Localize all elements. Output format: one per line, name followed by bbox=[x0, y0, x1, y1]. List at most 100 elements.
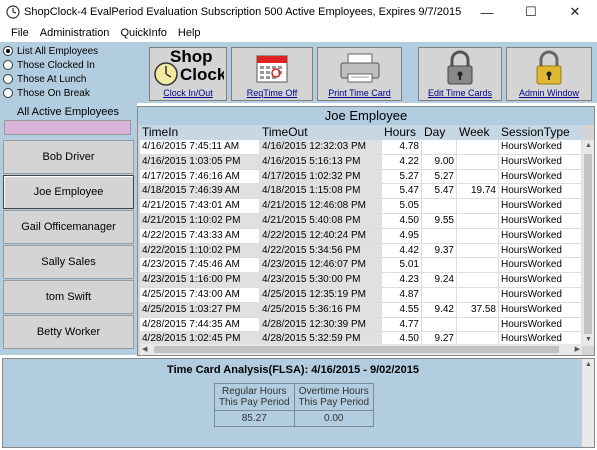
cell-hours[interactable]: 4.55 bbox=[382, 302, 422, 318]
menu-quickinfo[interactable]: QuickInfo bbox=[120, 27, 166, 39]
cell-day[interactable]: 5.27 bbox=[422, 169, 457, 185]
table-row[interactable]: 4/22/2015 1:10:02 PM 4/22/2015 5:34:56 PM… bbox=[140, 243, 582, 259]
cell-sessiontype[interactable]: HoursWorked bbox=[499, 184, 582, 200]
cell-week[interactable] bbox=[457, 243, 499, 259]
cell-timein[interactable]: 4/28/2015 7:44:35 AM bbox=[140, 317, 260, 333]
cell-timeout[interactable]: 4/18/2015 1:15:08 PM bbox=[260, 184, 382, 200]
cell-week[interactable] bbox=[457, 287, 499, 303]
cell-week[interactable] bbox=[457, 273, 499, 288]
cell-timein[interactable]: 4/22/2015 7:43:33 AM bbox=[140, 228, 260, 244]
employee-button[interactable]: Sally Sales bbox=[3, 245, 134, 279]
cell-timein[interactable]: 4/28/2015 1:02:45 PM bbox=[140, 332, 260, 344]
cell-timein[interactable]: 4/25/2015 1:03:27 PM bbox=[140, 302, 260, 318]
column-header-timeout[interactable]: TimeOut bbox=[260, 125, 382, 140]
menu-administration[interactable]: Administration bbox=[40, 27, 110, 39]
cell-timein[interactable]: 4/23/2015 1:16:00 PM bbox=[140, 273, 260, 288]
cell-sessiontype[interactable]: HoursWorked bbox=[499, 169, 582, 185]
cell-hours[interactable]: 4.50 bbox=[382, 213, 422, 229]
cell-timeout[interactable]: 4/22/2015 5:34:56 PM bbox=[260, 243, 382, 259]
cell-hours[interactable]: 4.77 bbox=[382, 317, 422, 333]
cell-week[interactable]: 37.58 bbox=[457, 302, 499, 318]
cell-sessiontype[interactable]: HoursWorked bbox=[499, 199, 582, 214]
cell-timeout[interactable]: 4/21/2015 5:40:08 PM bbox=[260, 213, 382, 229]
table-row[interactable]: 4/25/2015 1:03:27 PM 4/25/2015 5:36:16 PM… bbox=[140, 302, 582, 318]
table-row[interactable]: 4/16/2015 1:03:05 PM 4/16/2015 5:16:13 PM… bbox=[140, 154, 582, 170]
cell-hours[interactable]: 4.87 bbox=[382, 287, 422, 303]
cell-week[interactable] bbox=[457, 332, 499, 344]
cell-day[interactable]: 9.24 bbox=[422, 273, 457, 288]
cell-week[interactable] bbox=[457, 317, 499, 333]
cell-week[interactable] bbox=[457, 258, 499, 274]
cell-hours[interactable]: 4.42 bbox=[382, 243, 422, 259]
admin-window-button[interactable]: Admin Window bbox=[506, 47, 592, 101]
cell-sessiontype[interactable]: HoursWorked bbox=[499, 213, 582, 229]
cell-timein[interactable]: 4/16/2015 7:45:11 AM bbox=[140, 140, 260, 155]
scroll-thumb[interactable] bbox=[154, 346, 559, 353]
cell-timein[interactable]: 4/16/2015 1:03:05 PM bbox=[140, 154, 260, 170]
cell-week[interactable] bbox=[457, 213, 499, 229]
close-button[interactable]: ✕ bbox=[553, 0, 597, 24]
column-header-timein[interactable]: TimeIn bbox=[140, 125, 260, 140]
analysis-scrollbar[interactable]: ▲ bbox=[582, 359, 594, 447]
table-row[interactable]: 4/28/2015 1:02:45 PM 4/28/2015 5:32:59 PM… bbox=[140, 332, 582, 344]
minimize-button[interactable]: — bbox=[465, 0, 509, 24]
cell-timeout[interactable]: 4/25/2015 5:36:16 PM bbox=[260, 302, 382, 318]
column-header-hours[interactable]: Hours bbox=[382, 125, 422, 140]
column-header-day[interactable]: Day bbox=[422, 125, 457, 140]
radio-button-checked[interactable] bbox=[3, 46, 13, 56]
cell-week[interactable] bbox=[457, 140, 499, 155]
cell-sessiontype[interactable]: HoursWorked bbox=[499, 228, 582, 244]
employee-button[interactable]: tom Swift bbox=[3, 280, 134, 314]
table-row[interactable]: 4/28/2015 7:44:35 AM 4/28/2015 12:30:39 P… bbox=[140, 317, 582, 333]
scroll-up-arrow-icon[interactable]: ▲ bbox=[585, 360, 592, 370]
scroll-thumb[interactable] bbox=[584, 154, 592, 334]
cell-timein[interactable]: 4/23/2015 7:45:46 AM bbox=[140, 258, 260, 274]
menu-help[interactable]: Help bbox=[178, 27, 201, 39]
cell-hours[interactable]: 5.27 bbox=[382, 169, 422, 185]
cell-day[interactable]: 5.47 bbox=[422, 184, 457, 200]
cell-day[interactable] bbox=[422, 287, 457, 303]
employee-button-selected[interactable]: Joe Employee bbox=[3, 175, 134, 209]
filter-all-employees[interactable]: List All Employees bbox=[0, 44, 134, 58]
cell-timeout[interactable]: 4/17/2015 1:02:32 PM bbox=[260, 169, 382, 185]
cell-day[interactable]: 9.27 bbox=[422, 332, 457, 344]
table-row[interactable]: 4/23/2015 7:45:46 AM 4/23/2015 12:46:07 P… bbox=[140, 258, 582, 274]
cell-week[interactable] bbox=[457, 154, 499, 170]
maximize-button[interactable]: ☐ bbox=[509, 0, 553, 24]
filter-at-lunch[interactable]: Those At Lunch bbox=[0, 72, 134, 86]
cell-day[interactable] bbox=[422, 317, 457, 333]
print-time-card-button[interactable]: Print Time Card bbox=[317, 47, 402, 101]
filter-on-break[interactable]: Those On Break bbox=[0, 86, 134, 100]
radio-button[interactable] bbox=[3, 60, 13, 70]
table-row[interactable]: 4/21/2015 1:10:02 PM 4/21/2015 5:40:08 PM… bbox=[140, 213, 582, 229]
cell-timeout[interactable]: 4/25/2015 12:35:19 PM bbox=[260, 287, 382, 303]
cell-hours[interactable]: 4.78 bbox=[382, 140, 422, 155]
table-row[interactable]: 4/22/2015 7:43:33 AM 4/22/2015 12:40:24 P… bbox=[140, 228, 582, 244]
clock-in-out-button[interactable]: Shop Clock Clock In/Out bbox=[149, 47, 227, 101]
cell-hours[interactable]: 4.23 bbox=[382, 273, 422, 288]
cell-sessiontype[interactable]: HoursWorked bbox=[499, 287, 582, 303]
cell-timein[interactable]: 4/21/2015 1:10:02 PM bbox=[140, 213, 260, 229]
cell-sessiontype[interactable]: HoursWorked bbox=[499, 243, 582, 259]
cell-timeout[interactable]: 4/21/2015 12:46:08 PM bbox=[260, 199, 382, 214]
horizontal-scrollbar[interactable]: ◀ ▶ bbox=[140, 344, 582, 355]
cell-hours[interactable]: 4.50 bbox=[382, 332, 422, 344]
edit-time-cards-button[interactable]: Edit Time Cards bbox=[418, 47, 502, 101]
cell-timeout[interactable]: 4/23/2015 5:30:00 PM bbox=[260, 273, 382, 288]
table-row[interactable]: 4/18/2015 7:46:39 AM 4/18/2015 1:15:08 PM… bbox=[140, 184, 582, 200]
employee-button[interactable]: Gail Officemanager bbox=[3, 210, 134, 244]
cell-week[interactable] bbox=[457, 169, 499, 185]
column-header-sessiontype[interactable]: SessionType bbox=[499, 125, 582, 140]
cell-sessiontype[interactable]: HoursWorked bbox=[499, 302, 582, 318]
scroll-left-arrow-icon[interactable]: ◀ bbox=[142, 345, 147, 355]
cell-day[interactable]: 9.42 bbox=[422, 302, 457, 318]
cell-sessiontype[interactable]: HoursWorked bbox=[499, 332, 582, 344]
cell-sessiontype[interactable]: HoursWorked bbox=[499, 258, 582, 274]
cell-timein[interactable]: 4/21/2015 7:43:01 AM bbox=[140, 199, 260, 214]
radio-button[interactable] bbox=[3, 74, 13, 84]
cell-week[interactable] bbox=[457, 228, 499, 244]
cell-hours[interactable]: 5.05 bbox=[382, 199, 422, 214]
column-header-week[interactable]: Week bbox=[457, 125, 499, 140]
radio-button[interactable] bbox=[3, 88, 13, 98]
employee-search-input[interactable] bbox=[4, 120, 131, 135]
